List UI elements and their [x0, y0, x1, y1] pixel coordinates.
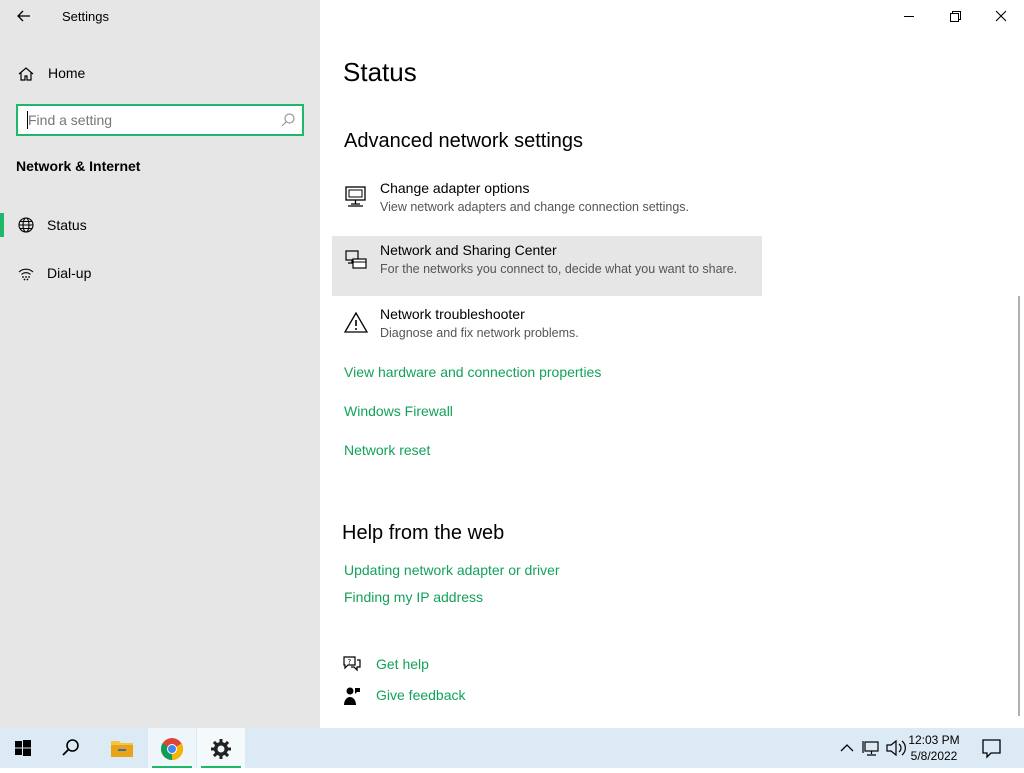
chat-help-icon: ?	[342, 655, 362, 673]
network-tray-button[interactable]	[860, 728, 884, 768]
file-explorer-button[interactable]	[98, 728, 146, 768]
restore-icon	[950, 11, 961, 22]
start-button[interactable]	[0, 728, 48, 768]
get-help-link[interactable]: Get help	[376, 656, 429, 672]
adapter-icon	[343, 184, 369, 210]
main-content: Status Advanced network settings Change …	[320, 0, 1024, 728]
minimize-icon	[904, 16, 914, 17]
settings-taskbar-button[interactable]	[197, 728, 245, 768]
home-nav-item[interactable]: Home	[0, 58, 320, 90]
sidebar: Settings Home Find a setting Network & I…	[0, 0, 320, 728]
give-feedback-row[interactable]: Give feedback	[320, 685, 620, 707]
section-heading: Network & Internet	[16, 158, 141, 174]
item-description: For the networks you connect to, decide …	[380, 262, 738, 276]
windows-firewall-link[interactable]: Windows Firewall	[344, 403, 453, 419]
search-icon[interactable]	[280, 112, 296, 128]
page-title: Status	[343, 57, 417, 87]
svg-text:?: ?	[348, 658, 352, 666]
chrome-icon	[161, 738, 183, 760]
dialup-icon	[17, 264, 35, 282]
minimize-button[interactable]	[886, 0, 932, 32]
folder-icon	[111, 741, 133, 757]
hardware-properties-link[interactable]: View hardware and connection properties	[344, 364, 601, 380]
search-icon	[62, 739, 79, 756]
action-center-button[interactable]	[978, 728, 1006, 768]
get-help-row[interactable]: ? Get help	[320, 654, 620, 676]
help-heading: Help from the web	[342, 522, 505, 544]
change-adapter-options-item[interactable]: Change adapter options View network adap…	[332, 174, 762, 234]
network-troubleshooter-item[interactable]: Network troubleshooter Diagnose and fix …	[332, 300, 762, 360]
close-icon	[995, 10, 1007, 22]
taskbar-search-button[interactable]	[48, 728, 96, 768]
close-button[interactable]	[978, 0, 1024, 32]
feedback-person-icon	[342, 686, 362, 706]
restore-button[interactable]	[932, 0, 978, 32]
chrome-button[interactable]	[148, 728, 196, 768]
active-indicator	[0, 213, 4, 237]
chevron-up-icon	[840, 744, 854, 752]
item-description: Diagnose and fix network problems.	[380, 326, 579, 340]
item-title: Change adapter options	[380, 180, 530, 196]
app-title: Settings	[62, 9, 109, 24]
network-tray-icon	[862, 741, 879, 756]
clock-time: 12:03 PM	[908, 733, 960, 747]
scrollbar[interactable]	[1018, 296, 1020, 716]
clock[interactable]: 12:03 PM 5/8/2022	[904, 732, 964, 764]
item-title: Network troubleshooter	[380, 306, 525, 322]
item-title: Network and Sharing Center	[380, 242, 557, 258]
show-hidden-icons-button[interactable]	[836, 728, 858, 768]
clock-date: 5/8/2022	[910, 749, 958, 763]
sharing-center-icon	[343, 246, 369, 272]
sidebar-item-label: Status	[47, 217, 87, 233]
warning-icon	[343, 310, 369, 336]
finding-ip-link[interactable]: Finding my IP address	[344, 589, 483, 605]
home-label: Home	[48, 65, 86, 81]
network-reset-link[interactable]: Network reset	[344, 442, 430, 458]
give-feedback-link[interactable]: Give feedback	[376, 687, 466, 703]
item-description: View network adapters and change connect…	[380, 200, 689, 214]
network-sharing-center-item[interactable]: Network and Sharing Center For the netwo…	[332, 236, 762, 296]
sidebar-item-dial-up[interactable]: Dial-up	[0, 255, 320, 291]
search-input[interactable]: Find a setting	[16, 104, 304, 136]
windows-start-icon	[15, 740, 31, 756]
home-icon	[17, 65, 35, 83]
taskbar: 12:03 PM 5/8/2022	[0, 728, 1024, 768]
back-arrow-icon[interactable]	[14, 6, 34, 26]
search-placeholder: Find a setting	[28, 112, 113, 128]
notification-icon	[982, 739, 1001, 759]
sidebar-item-status[interactable]: Status	[0, 207, 320, 243]
gear-icon	[211, 739, 231, 759]
advanced-heading: Advanced network settings	[344, 130, 584, 152]
sidebar-item-label: Dial-up	[47, 265, 92, 281]
globe-icon	[17, 216, 35, 234]
updating-adapter-link[interactable]: Updating network adapter or driver	[344, 562, 560, 578]
